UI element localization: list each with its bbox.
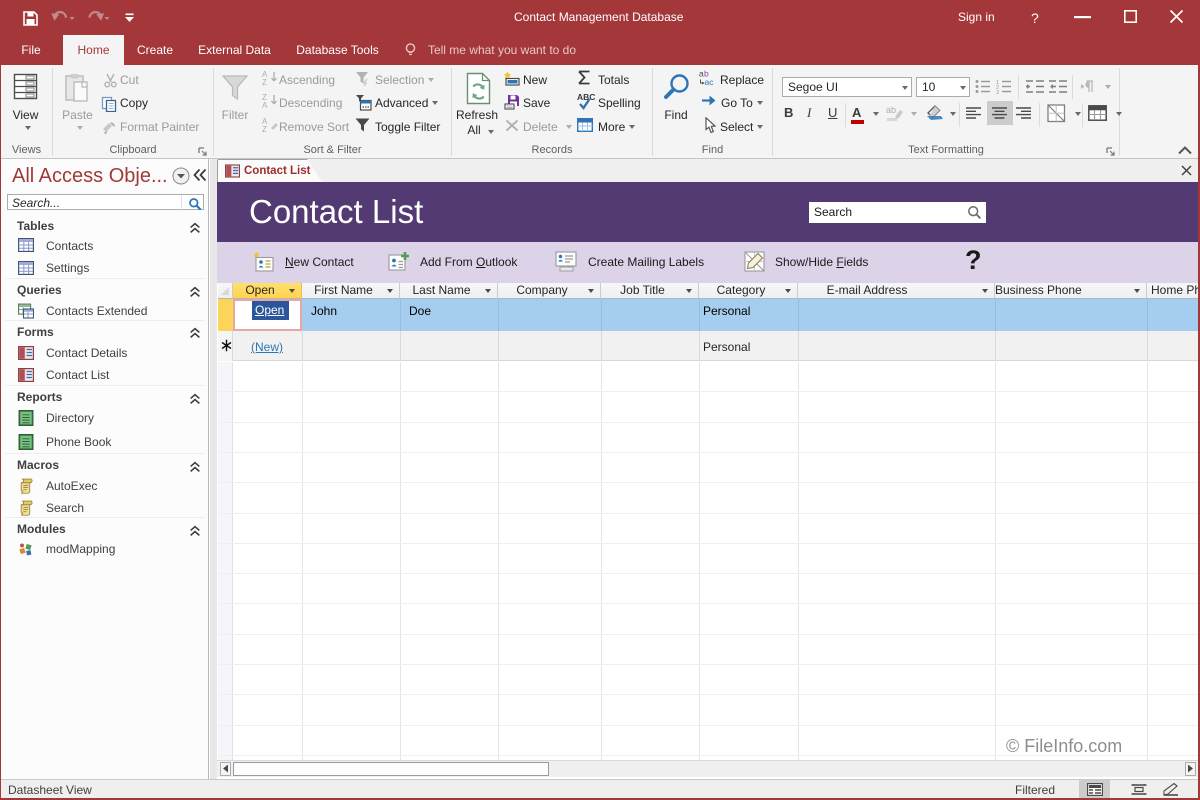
svg-text:ac: ac [705, 77, 715, 86]
svg-text:Z: Z [262, 125, 267, 132]
svg-text:ABC: ABC [577, 92, 595, 102]
svg-text:Z: Z [262, 78, 267, 85]
svg-text:ab: ab [886, 105, 896, 115]
svg-text:A: A [262, 101, 268, 108]
svg-text:3: 3 [996, 90, 999, 94]
